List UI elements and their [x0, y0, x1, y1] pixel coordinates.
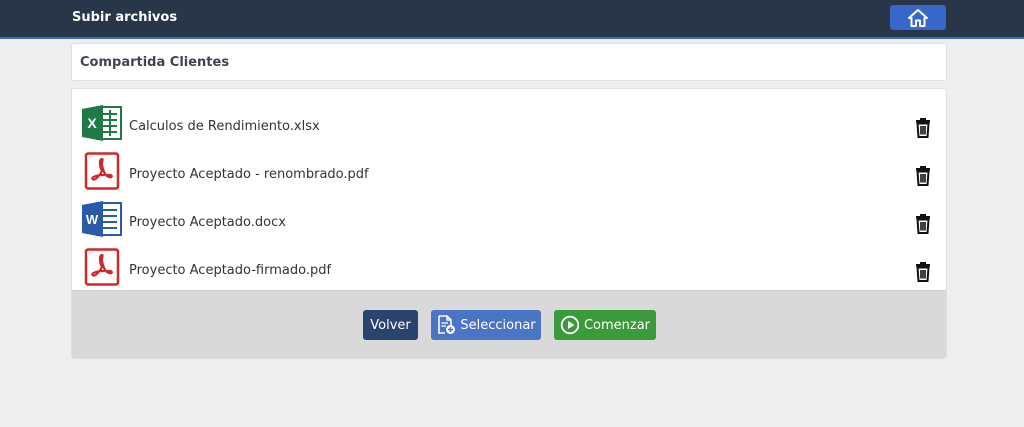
back-button-label: Volver [370, 317, 411, 333]
file-name: Proyecto Aceptado-firmado.pdf [129, 263, 332, 278]
page-title: Subir archivos [72, 10, 178, 25]
svg-text:X: X [87, 115, 97, 131]
trash-icon[interactable] [914, 118, 932, 138]
action-bar: Volver Seleccionar Comenzar [72, 290, 946, 358]
home-button[interactable] [890, 5, 946, 30]
start-upload-label: Comenzar [583, 317, 651, 333]
svg-text:W: W [86, 212, 99, 227]
select-files-button[interactable]: Seleccionar [431, 310, 541, 340]
home-icon [908, 8, 928, 27]
file-name: Proyecto Aceptado.docx [129, 215, 286, 230]
add-file-icon [438, 315, 456, 334]
word-file-icon: W [82, 201, 122, 237]
file-row: X Calculos de Rendimiento.xlsx [72, 96, 946, 144]
excel-file-icon: X [82, 105, 122, 141]
file-list: X Calculos de Rendimiento.xlsx Proyecto … [71, 88, 947, 359]
file-row: W Proyecto Aceptado.docx [72, 192, 946, 240]
start-upload-button[interactable]: Comenzar [554, 310, 656, 340]
file-name: Calculos de Rendimiento.xlsx [129, 119, 320, 134]
folder-name: Compartida Clientes [80, 55, 230, 70]
pdf-file-icon [84, 248, 120, 286]
folder-header: Compartida Clientes [71, 43, 947, 81]
back-button[interactable]: Volver [363, 310, 418, 340]
top-bar: Subir archivos [0, 0, 1024, 39]
play-icon [560, 315, 580, 335]
trash-icon[interactable] [914, 166, 932, 186]
pdf-file-icon [84, 152, 120, 190]
trash-icon[interactable] [914, 262, 932, 282]
select-files-label: Seleccionar [460, 317, 536, 333]
file-name: Proyecto Aceptado - renombrado.pdf [129, 167, 369, 182]
file-row: Proyecto Aceptado-firmado.pdf [72, 240, 946, 288]
trash-icon[interactable] [914, 214, 932, 234]
file-row: Proyecto Aceptado - renombrado.pdf [72, 144, 946, 192]
